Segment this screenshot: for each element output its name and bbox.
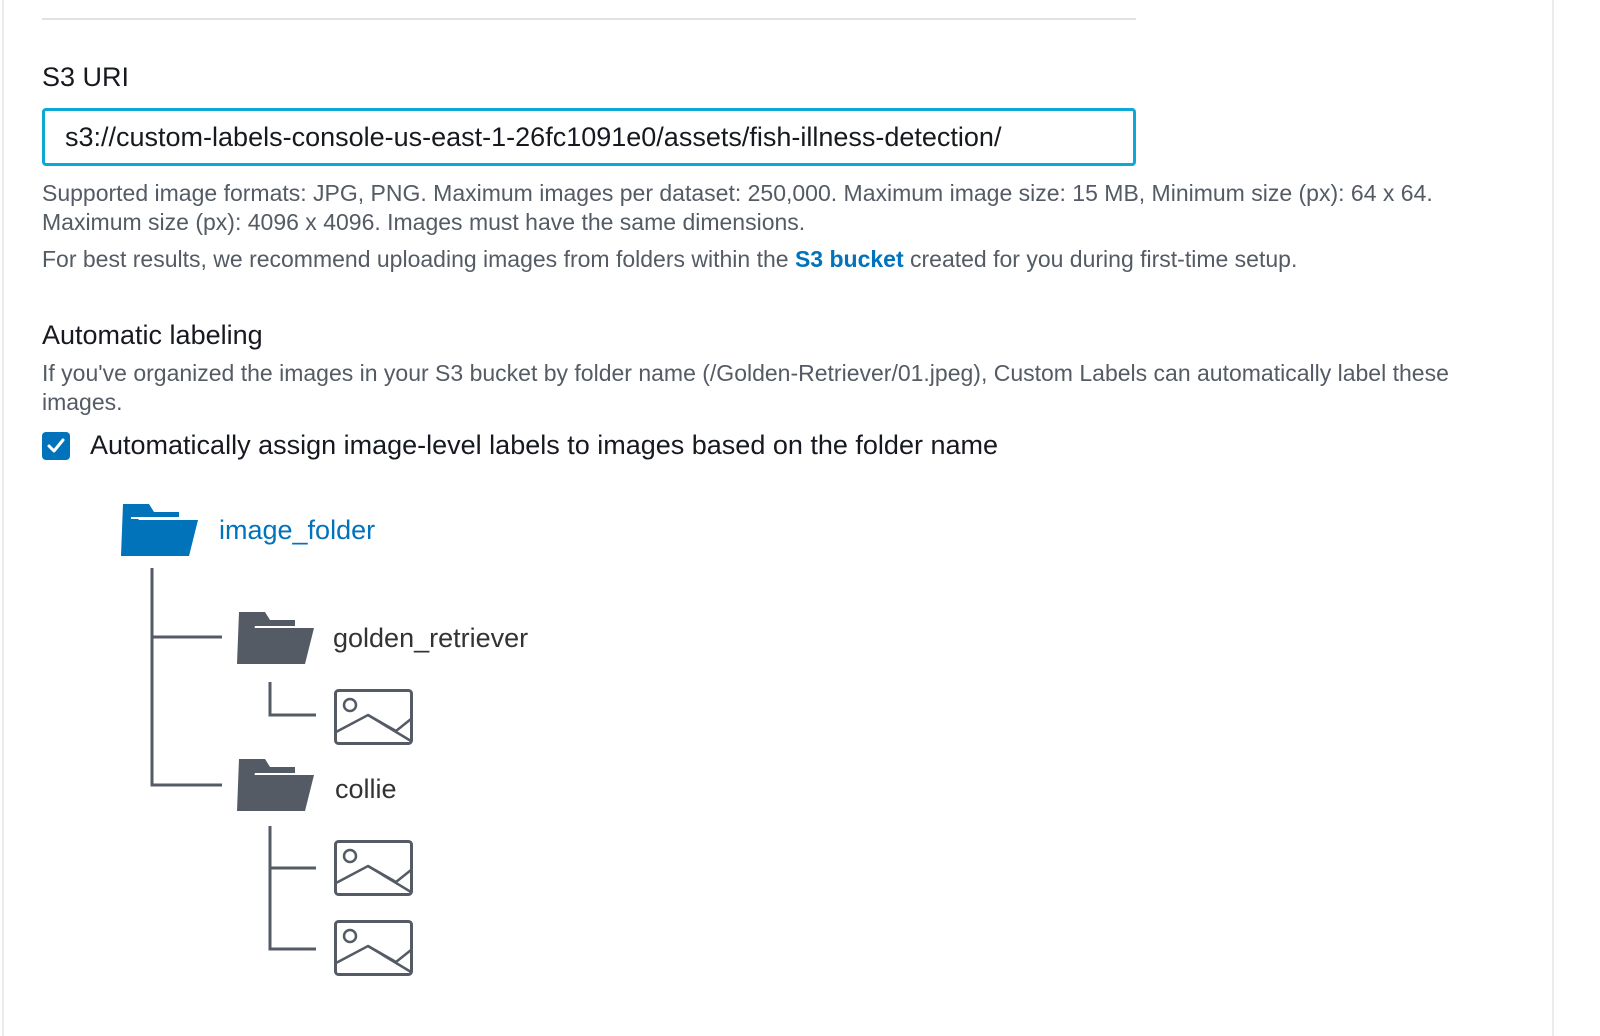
best-results-suffix: created for you during first-time setup. [910, 246, 1298, 272]
s3-uri-best-results-hint: For best results, we recommend uploading… [42, 245, 1522, 274]
automatic-labeling-title: Automatic labeling [42, 320, 263, 350]
tree-subfolder-label: collie [335, 774, 397, 804]
tree-subfolder-label: golden_retriever [333, 623, 529, 653]
s3-uri-label: S3 URI [42, 62, 130, 92]
s3-uri-input[interactable] [42, 108, 1136, 166]
s3-uri-format-hint: Supported image formats: JPG, PNG. Maxim… [42, 180, 1433, 235]
auto-label-checkbox-label[interactable]: Automatically assign image-level labels … [90, 430, 998, 461]
checkmark-icon [47, 438, 65, 453]
section-divider [42, 18, 1136, 20]
s3-bucket-link[interactable]: S3 bucket [795, 246, 904, 272]
automatic-labeling-description: If you've organized the images in your S… [42, 360, 1449, 415]
auto-label-checkbox[interactable] [42, 432, 70, 460]
tree-root-folder-label: image_folder [219, 515, 376, 545]
best-results-prefix: For best results, we recommend uploading… [42, 246, 789, 272]
